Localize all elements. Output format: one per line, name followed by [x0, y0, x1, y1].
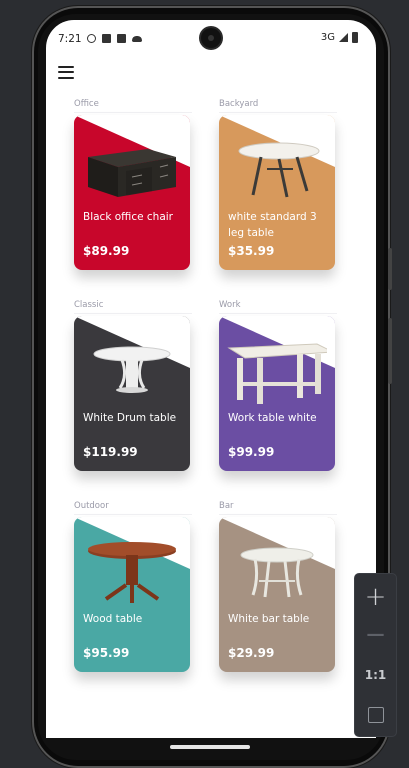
category-label: Backyard — [219, 99, 259, 109]
zoom-panel: + − 1:1 — [355, 574, 396, 736]
status-right: 3G — [321, 32, 358, 43]
product-card-body[interactable]: White Drum table $119.99 — [74, 316, 190, 471]
status-time: 7:21 — [58, 33, 82, 45]
product-card-body[interactable]: Wood table $95.99 — [74, 517, 190, 672]
product-name: Black office chair — [83, 211, 173, 223]
product-price: $35.99 — [228, 244, 275, 258]
product-card-body[interactable]: White bar table $29.99 — [219, 517, 335, 672]
product-card-office[interactable]: Office Black office chair $89.99 — [74, 98, 192, 270]
wood-pedestal-table-image — [88, 542, 176, 603]
home-indicator[interactable] — [170, 745, 250, 749]
dnd-icon — [87, 34, 96, 43]
product-price: $99.99 — [228, 445, 275, 459]
cloud-icon — [132, 36, 142, 42]
category-label: Work — [219, 300, 241, 310]
product-name: white standard 3 leg table — [228, 211, 317, 239]
app-screen: 7:21 3G Office Black office chair $89.99… — [46, 20, 376, 738]
product-price: $89.99 — [83, 244, 130, 258]
product-name: Wood table — [83, 613, 143, 625]
category-label: Bar — [219, 501, 234, 511]
product-card-body[interactable]: Work table white $99.99 — [219, 316, 335, 471]
product-price: $119.99 — [83, 445, 138, 459]
fit-screen-button[interactable] — [355, 696, 396, 734]
product-price: $95.99 — [83, 646, 130, 660]
front-camera — [201, 28, 221, 48]
category-label: Office — [74, 99, 99, 109]
white-work-table-image — [227, 343, 327, 404]
product-card-body[interactable]: white standard 3 leg table $35.99 — [219, 115, 335, 270]
volume-button — [388, 248, 392, 290]
white-round-3-leg-table-image — [238, 142, 320, 198]
product-price: $29.99 — [228, 646, 275, 660]
sim-icon — [102, 34, 111, 43]
zoom-out-button[interactable]: − — [355, 616, 396, 654]
white-bar-table-image — [240, 547, 314, 598]
category-label: Outdoor — [74, 501, 109, 511]
product-name: White Drum table — [83, 412, 177, 424]
category-label: Classic — [74, 300, 104, 310]
zoom-in-button[interactable]: + — [355, 578, 396, 616]
product-card-classic[interactable]: Classic White Drum table $119.99 — [74, 299, 192, 471]
product-name: White bar table — [228, 613, 310, 625]
status-bar: 7:21 3G — [46, 20, 376, 58]
product-card-outdoor[interactable]: Outdoor Wood table $95.99 — [74, 500, 192, 672]
product-card-body[interactable]: Black office chair $89.99 — [74, 115, 190, 270]
notification-icon — [117, 34, 126, 43]
black-office-desk-image — [88, 149, 176, 197]
zoom-actual-size-button[interactable]: 1:1 — [355, 656, 396, 694]
product-name: Work table white — [228, 412, 317, 424]
fit-screen-icon — [367, 707, 384, 723]
status-icons — [87, 34, 142, 43]
product-card-backyard[interactable]: Backyard white standard 3 leg table $35.… — [219, 98, 337, 270]
battery-icon — [352, 32, 358, 43]
network-type: 3G — [320, 32, 335, 43]
signal-icon — [339, 33, 348, 42]
hamburger-menu-icon[interactable] — [58, 66, 74, 80]
product-card-bar[interactable]: Bar White bar table $29.99 — [219, 500, 337, 672]
power-button — [388, 318, 392, 384]
white-drum-table-image — [93, 346, 171, 393]
product-card-work[interactable]: Work Work table white $99.99 — [219, 299, 337, 471]
